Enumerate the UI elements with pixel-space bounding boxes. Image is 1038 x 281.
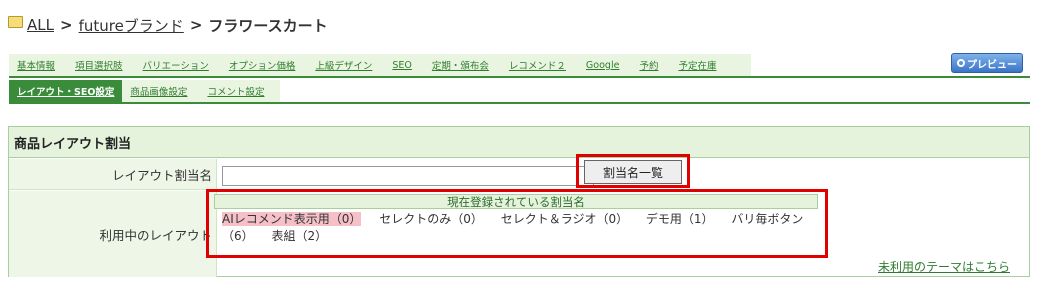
panel-title: 商品レイアウト割当 (9, 127, 1029, 158)
theme-item[interactable]: 表組（2） (271, 229, 327, 243)
tab-planned-stock[interactable]: 予定在庫 (678, 58, 716, 72)
tab-item-options[interactable]: 項目選択肢 (75, 58, 123, 72)
tab-layout-seo[interactable]: レイアウト・SEO設定 (9, 80, 123, 102)
theme-item[interactable]: セレクトのみ（0） (379, 212, 483, 226)
tab-google[interactable]: Google (586, 60, 620, 71)
breadcrumb: ALL > futureブランド > フラワースカート (8, 12, 328, 38)
preview-label: プレビュー (967, 59, 1017, 71)
tab-basic-info[interactable]: 基本情報 (17, 58, 55, 72)
breadcrumb-current: フラワースカート (208, 16, 328, 35)
breadcrumb-link-brand[interactable]: futureブランド (79, 15, 184, 36)
unused-themes-link[interactable]: 未利用のテーマはこちら (878, 258, 1010, 275)
layout-name-label: レイアウト割当名 (9, 159, 217, 190)
breadcrumb-link-all[interactable]: ALL (27, 16, 54, 34)
tab-advanced-design[interactable]: 上級デザイン (315, 58, 372, 72)
preview-button[interactable]: プレビュー (951, 53, 1023, 73)
theme-list-header: 現在登録されている割当名 (214, 194, 818, 209)
theme-list-box: 現在登録されている割当名 AIレコメンド表示用（0） セレクトのみ（0） セレク… (214, 194, 818, 250)
tab-bar-primary: 基本情報 項目選択肢 バリエーション オプション価格 上級デザイン SEO 定期… (9, 54, 751, 76)
theme-item[interactable]: セレクト＆ラジオ（0） (501, 212, 628, 226)
breadcrumb-separator: > (189, 16, 203, 34)
layout-name-input[interactable] (222, 166, 594, 186)
tab-subscription[interactable]: 定期・頒布会 (432, 58, 489, 72)
theme-item[interactable]: デモ用（1） (646, 212, 714, 226)
assign-list-button[interactable]: 割当名一覧 (584, 160, 682, 184)
tab-divider (9, 102, 1030, 104)
tab-seo[interactable]: SEO (392, 60, 412, 71)
tab-divider (9, 76, 1030, 78)
tab-comment-settings[interactable]: コメント設定 (207, 84, 264, 98)
tab-group-inactive: 商品画像設定 コメント設定 (122, 80, 281, 102)
theme-item[interactable]: AIレコメンド表示用（0） (222, 212, 362, 226)
tab-option-price[interactable]: オプション価格 (229, 58, 296, 72)
tab-layout-seo-label[interactable]: レイアウト・SEO設定 (17, 84, 114, 98)
breadcrumb-separator: > (59, 16, 73, 34)
theme-list: AIレコメンド表示用（0） セレクトのみ（0） セレクト＆ラジオ（0） デモ用（… (214, 209, 818, 245)
tab-reservation[interactable]: 予約 (639, 58, 658, 72)
tab-product-images[interactable]: 商品画像設定 (130, 84, 187, 98)
magnifier-icon (957, 59, 965, 67)
tab-recommend2[interactable]: レコメンド２ (509, 58, 566, 72)
folder-icon (8, 16, 23, 28)
tab-variation[interactable]: バリエーション (143, 58, 209, 72)
tab-bar-secondary: レイアウト・SEO設定 商品画像設定 コメント設定 (9, 80, 281, 102)
in-use-layout-label: 利用中のレイアウト (9, 191, 217, 277)
